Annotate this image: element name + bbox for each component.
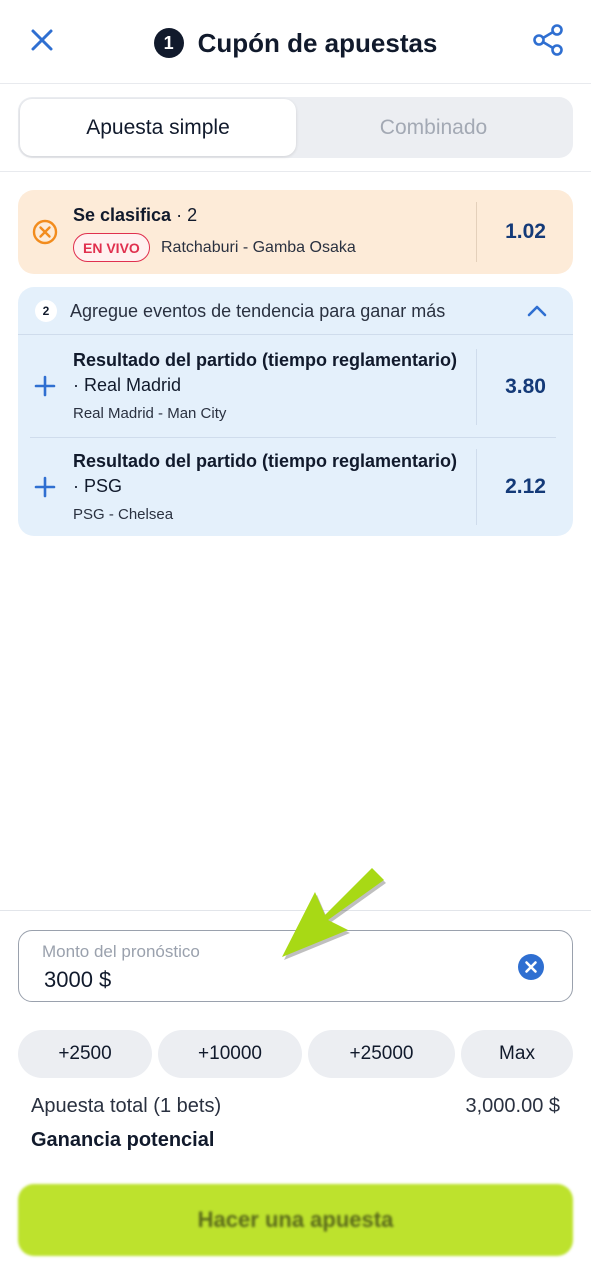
suggestion-event: PSG - Chelsea (73, 506, 174, 523)
suggestion-market-name: Resultado del partido (tiempo reglamenta… (73, 451, 458, 471)
page-title: Cupón de apuestas (197, 27, 438, 58)
suggestions-header[interactable]: 2 Agregue eventos de tendencia para gana… (18, 287, 573, 335)
suggestion-event: Real Madrid - Man City (73, 405, 227, 422)
suggestion-row[interactable]: Resultado del partido (tiempo reglamenta… (18, 437, 573, 537)
divider (476, 349, 477, 425)
remove-bet-icon[interactable] (32, 219, 58, 245)
divider (476, 202, 477, 262)
divider (476, 449, 477, 525)
tab-accumulator[interactable]: Combinado (296, 99, 571, 156)
suggestion-market: Resultado del partido (tiempo reglamenta… (73, 449, 473, 499)
header-title-group: 1 Cupón de apuestas (0, 25, 591, 61)
suggestion-odds[interactable]: 2.12 (478, 467, 573, 507)
quick-amount-2500-button[interactable]: +2500 (18, 1030, 152, 1078)
tab-single-bet[interactable]: Apuesta simple (20, 99, 296, 156)
arrow-pointer-icon (270, 862, 400, 972)
bet-market-name: Se clasifica (73, 205, 172, 225)
chevron-up-icon[interactable] (526, 301, 548, 321)
stake-amount-value[interactable]: 3000 $ (44, 967, 111, 993)
suggestion-odds[interactable]: 3.80 (478, 367, 573, 407)
clear-input-icon[interactable] (517, 953, 545, 981)
max-amount-button[interactable]: Max (461, 1030, 573, 1078)
potential-gain-label: Ganancia potencial (31, 1129, 215, 1151)
quick-amount-10000-button[interactable]: +10000 (158, 1030, 302, 1078)
add-icon[interactable] (34, 375, 56, 397)
suggestion-row[interactable]: Resultado del partido (tiempo reglamenta… (18, 335, 573, 435)
suggestions-count-badge: 2 (35, 300, 57, 322)
bet-odds: 1.02 (505, 220, 546, 243)
suggestions-title: Agregue eventos de tendencia para ganar … (70, 301, 446, 321)
trending-suggestions-panel: 2 Agregue eventos de tendencia para gana… (18, 287, 573, 536)
bet-selection: · 2 (176, 205, 198, 225)
bet-type-tabs: Apuesta simple Combinado (18, 97, 573, 158)
suggestion-market-name: Resultado del partido (tiempo reglamenta… (73, 350, 458, 370)
share-icon[interactable] (530, 22, 566, 58)
quick-amount-chips: +2500 +10000 +25000 Max (18, 1030, 573, 1078)
bet-event: Ratchaburi - Gamba Osaka (161, 239, 356, 256)
header: 1 Cupón de apuestas (0, 0, 591, 84)
live-badge: EN VIVO (73, 233, 150, 262)
add-icon[interactable] (34, 476, 56, 498)
place-bet-button[interactable]: Hacer una apuesta (18, 1184, 573, 1256)
stake-amount-label: Monto del pronóstico (42, 942, 200, 961)
suggestion-selection: · Real Madrid (73, 375, 182, 395)
bet-card: Se clasifica · 2 EN VIVO Ratchaburi - Ga… (18, 190, 573, 274)
divider (0, 171, 591, 172)
quick-amount-25000-button[interactable]: +25000 (308, 1030, 455, 1078)
total-stake-value: 3,000.00 $ (465, 1095, 560, 1117)
bet-market: Se clasifica · 2 (73, 205, 197, 226)
suggestion-selection: · PSG (73, 476, 123, 496)
total-stake-label: Apuesta total (1 bets) (31, 1095, 222, 1117)
suggestion-market: Resultado del partido (tiempo reglamenta… (73, 348, 473, 398)
bet-count-badge: 1 (153, 28, 184, 58)
